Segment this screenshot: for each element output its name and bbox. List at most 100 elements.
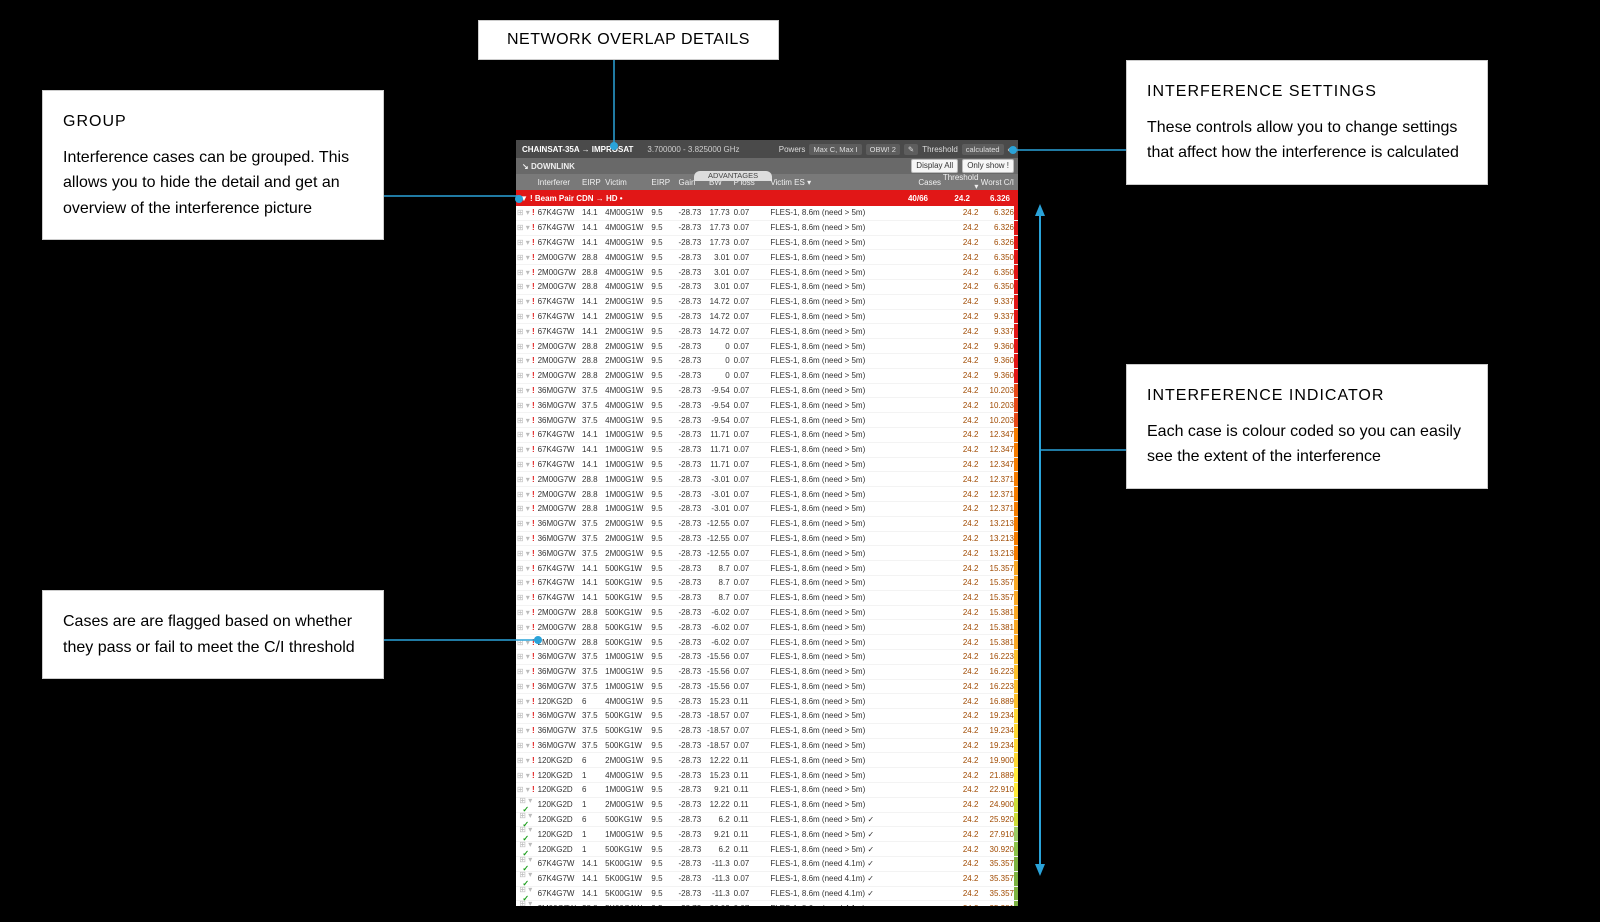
row-controls[interactable]: ⊞ ▾ ! bbox=[516, 297, 536, 306]
row-controls[interactable]: ⊞ ▾ ! bbox=[516, 519, 536, 528]
table-row[interactable]: ⊞ ▾ !67K4G7W14.11M00G1W9.5-28.7311.710.0… bbox=[516, 443, 1018, 458]
table-row[interactable]: ⊞ ▾ !2M00G7W28.82M00G1W9.5-28.7300.07FLE… bbox=[516, 354, 1018, 369]
col-threshold[interactable]: Threshold ▾ bbox=[941, 173, 978, 191]
row-controls[interactable]: ⊞ ▾ ! bbox=[516, 253, 536, 262]
table-row[interactable]: ⊞ ▾ ✓120KG2D12M00G1W9.5-28.7312.220.11FL… bbox=[516, 798, 1018, 813]
row-controls[interactable]: ⊞ ▾ ! bbox=[516, 578, 536, 587]
row-controls[interactable]: ⊞ ▾ ! bbox=[516, 504, 536, 513]
collapse-button[interactable]: « bbox=[1008, 145, 1012, 154]
col-cases[interactable]: Cases bbox=[904, 178, 941, 187]
table-row[interactable]: ⊞ ▾ !2M00G7W28.82M00G1W9.5-28.7300.07FLE… bbox=[516, 369, 1018, 384]
row-controls[interactable]: ⊞ ▾ ! bbox=[516, 386, 536, 395]
edit-button[interactable]: ✎ bbox=[904, 144, 918, 155]
row-controls[interactable]: ⊞ ▾ ! bbox=[516, 623, 536, 632]
row-controls[interactable]: ⊞ ▾ ! bbox=[516, 564, 536, 573]
row-controls[interactable]: ⊞ ▾ ! bbox=[516, 756, 536, 765]
table-row[interactable]: ⊞ ▾ ✓67K4G7W14.15K00G1W9.5-28.73-11.30.0… bbox=[516, 857, 1018, 872]
table-row[interactable]: ⊞ ▾ !67K4G7W14.1500KG1W9.5-28.738.70.07F… bbox=[516, 591, 1018, 606]
row-controls[interactable]: ⊞ ▾ ! bbox=[516, 430, 536, 439]
col-worst-ci[interactable]: Worst C/I bbox=[978, 178, 1018, 187]
table-row[interactable]: ⊞ ▾ !36M0G7W37.54M00G1W9.5-28.73-9.540.0… bbox=[516, 413, 1018, 428]
table-row[interactable]: ⊞ ▾ !120KG2D64M00G1W9.5-28.7315.230.11FL… bbox=[516, 694, 1018, 709]
table-row[interactable]: ⊞ ▾ !67K4G7W14.11M00G1W9.5-28.7311.710.0… bbox=[516, 428, 1018, 443]
row-controls[interactable]: ⊞ ▾ ! bbox=[516, 342, 536, 351]
table-row[interactable]: ⊞ ▾ !36M0G7W37.5500KG1W9.5-28.73-18.570.… bbox=[516, 724, 1018, 739]
table-row[interactable]: ⊞ ▾ !67K4G7W14.12M00G1W9.5-28.7314.720.0… bbox=[516, 295, 1018, 310]
row-controls[interactable]: ⊞ ▾ ! bbox=[516, 638, 536, 647]
table-row[interactable]: ⊞ ▾ !67K4G7W14.1500KG1W9.5-28.738.70.07F… bbox=[516, 561, 1018, 576]
row-controls[interactable]: ⊞ ▾ ! bbox=[516, 711, 536, 720]
row-controls[interactable]: ⊞ ▾ ! bbox=[516, 490, 536, 499]
table-row[interactable]: ⊞ ▾ ✓67K4G7W14.15K00G1W9.5-28.73-11.30.0… bbox=[516, 887, 1018, 902]
row-controls[interactable]: ⊞ ▾ ! bbox=[516, 460, 536, 469]
row-controls[interactable]: ⊞ ▾ ! bbox=[516, 356, 536, 365]
row-controls[interactable]: ⊞ ▾ ! bbox=[516, 697, 536, 706]
row-controls[interactable]: ⊞ ▾ ! bbox=[516, 208, 536, 217]
row-controls[interactable]: ⊞ ▾ ! bbox=[516, 534, 536, 543]
table-row[interactable]: ⊞ ▾ !36M0G7W37.5500KG1W9.5-28.73-18.570.… bbox=[516, 739, 1018, 754]
col-victim-es[interactable]: Victim ES ▾ bbox=[760, 178, 903, 187]
display-all-button[interactable]: Display All bbox=[911, 159, 958, 173]
table-row[interactable]: ⊞ ▾ ✓120KG2D6500KG1W9.5-28.736.20.11FLES… bbox=[516, 813, 1018, 828]
table-row[interactable]: ⊞ ▾ !120KG2D14M00G1W9.5-28.7315.230.11FL… bbox=[516, 768, 1018, 783]
col-eirp1[interactable]: EIRP bbox=[582, 178, 605, 187]
row-controls[interactable]: ⊞ ▾ ! bbox=[516, 549, 536, 558]
threshold-value[interactable]: calculated bbox=[962, 144, 1004, 155]
table-row[interactable]: ⊞ ▾ !67K4G7W14.11M00G1W9.5-28.7311.710.0… bbox=[516, 458, 1018, 473]
table-row[interactable]: ⊞ ▾ ✓120KG2D1500KG1W9.5-28.736.20.11FLES… bbox=[516, 842, 1018, 857]
row-controls[interactable]: ⊞ ▾ ! bbox=[516, 416, 536, 425]
table-row[interactable]: ⊞ ▾ !2M00G7W28.81M00G1W9.5-28.73-3.010.0… bbox=[516, 472, 1018, 487]
row-controls[interactable]: ⊞ ▾ ! bbox=[516, 741, 536, 750]
col-victim[interactable]: Victim bbox=[605, 178, 651, 187]
row-controls[interactable]: ⊞ ▾ ! bbox=[516, 327, 536, 336]
row-controls[interactable]: ⊞ ▾ ! bbox=[516, 593, 536, 602]
row-controls[interactable]: ⊞ ▾ ! bbox=[516, 445, 536, 454]
table-row[interactable]: ⊞ ▾ !67K4G7W14.1500KG1W9.5-28.738.70.07F… bbox=[516, 576, 1018, 591]
table-row[interactable]: ⊞ ▾ !36M0G7W37.52M00G1W9.5-28.73-12.550.… bbox=[516, 546, 1018, 561]
row-controls[interactable]: ⊞ ▾ ! bbox=[516, 682, 536, 691]
table-row[interactable]: ⊞ ▾ !67K4G7W14.12M00G1W9.5-28.7314.720.0… bbox=[516, 324, 1018, 339]
col-interferer[interactable]: Interferer bbox=[536, 178, 582, 187]
table-row[interactable]: ⊞ ▾ !2M00G7W28.8500KG1W9.5-28.73-6.020.0… bbox=[516, 635, 1018, 650]
table-row[interactable]: ⊞ ▾ !2M00G7W28.81M00G1W9.5-28.73-3.010.0… bbox=[516, 487, 1018, 502]
table-row[interactable]: ⊞ ▾ !67K4G7W14.14M00G1W9.5-28.7317.730.0… bbox=[516, 221, 1018, 236]
obw-button[interactable]: OBW! 2 bbox=[866, 144, 900, 155]
table-row[interactable]: ⊞ ▾ ✓2M00G7W28.85K00G1W9.5-28.73-26.020.… bbox=[516, 901, 1018, 906]
table-row[interactable]: ⊞ ▾ !36M0G7W37.51M00G1W9.5-28.73-15.560.… bbox=[516, 665, 1018, 680]
table-row[interactable]: ⊞ ▾ !2M00G7W28.82M00G1W9.5-28.7300.07FLE… bbox=[516, 339, 1018, 354]
row-controls[interactable]: ⊞ ▾ ! bbox=[516, 726, 536, 735]
row-controls[interactable]: ⊞ ▾ ! bbox=[516, 475, 536, 484]
table-row[interactable]: ⊞ ▾ !2M00G7W28.8500KG1W9.5-28.73-6.020.0… bbox=[516, 620, 1018, 635]
table-row[interactable]: ⊞ ▾ !67K4G7W14.14M00G1W9.5-28.7317.730.0… bbox=[516, 236, 1018, 251]
table-row[interactable]: ⊞ ▾ !36M0G7W37.51M00G1W9.5-28.73-15.560.… bbox=[516, 650, 1018, 665]
row-controls[interactable]: ⊞ ▾ ! bbox=[516, 785, 536, 794]
table-row[interactable]: ⊞ ▾ !36M0G7W37.54M00G1W9.5-28.73-9.540.0… bbox=[516, 398, 1018, 413]
row-controls[interactable]: ⊞ ▾ ! bbox=[516, 312, 536, 321]
table-row[interactable]: ⊞ ▾ !36M0G7W37.5500KG1W9.5-28.73-18.570.… bbox=[516, 709, 1018, 724]
row-controls[interactable]: ⊞ ▾ ! bbox=[516, 282, 536, 291]
table-row[interactable]: ⊞ ▾ !36M0G7W37.54M00G1W9.5-28.73-9.540.0… bbox=[516, 384, 1018, 399]
table-row[interactable]: ⊞ ▾ !36M0G7W37.52M00G1W9.5-28.73-12.550.… bbox=[516, 532, 1018, 547]
table-row[interactable]: ⊞ ▾ !67K4G7W14.14M00G1W9.5-28.7317.730.0… bbox=[516, 206, 1018, 221]
row-controls[interactable]: ⊞ ▾ ! bbox=[516, 667, 536, 676]
table-row[interactable]: ⊞ ▾ !2M00G7W28.84M00G1W9.5-28.733.010.07… bbox=[516, 250, 1018, 265]
table-row[interactable]: ⊞ ▾ ✓67K4G7W14.15K00G1W9.5-28.73-11.30.0… bbox=[516, 872, 1018, 887]
table-row[interactable]: ⊞ ▾ !120KG2D62M00G1W9.5-28.7312.220.11FL… bbox=[516, 753, 1018, 768]
only-show-fail-button[interactable]: Only show ! bbox=[962, 159, 1014, 173]
table-row[interactable]: ⊞ ▾ ✓120KG2D11M00G1W9.5-28.739.210.11FLE… bbox=[516, 827, 1018, 842]
table-row[interactable]: ⊞ ▾ !2M00G7W28.84M00G1W9.5-28.733.010.07… bbox=[516, 265, 1018, 280]
group-row[interactable]: ▼ ! Beam Pair CDN → HD • 40/66 24.2 6.32… bbox=[516, 190, 1018, 206]
table-row[interactable]: ⊞ ▾ !36M0G7W37.52M00G1W9.5-28.73-12.550.… bbox=[516, 517, 1018, 532]
row-controls[interactable]: ⊞ ▾ ! bbox=[516, 401, 536, 410]
table-row[interactable]: ⊞ ▾ !67K4G7W14.12M00G1W9.5-28.7314.720.0… bbox=[516, 310, 1018, 325]
table-row[interactable]: ⊞ ▾ !120KG2D61M00G1W9.5-28.739.210.11FLE… bbox=[516, 783, 1018, 798]
col-eirp2[interactable]: EIRP bbox=[651, 178, 672, 187]
row-controls[interactable]: ⊞ ▾ ! bbox=[516, 371, 536, 380]
row-controls[interactable]: ⊞ ▾ ! bbox=[516, 608, 536, 617]
table-row[interactable]: ⊞ ▾ !2M00G7W28.84M00G1W9.5-28.733.010.07… bbox=[516, 280, 1018, 295]
powers-button[interactable]: Max C, Max I bbox=[809, 144, 861, 155]
row-controls[interactable]: ⊞ ▾ ✓ bbox=[516, 899, 536, 906]
table-row[interactable]: ⊞ ▾ !2M00G7W28.81M00G1W9.5-28.73-3.010.0… bbox=[516, 502, 1018, 517]
row-controls[interactable]: ⊞ ▾ ! bbox=[516, 268, 536, 277]
row-controls[interactable]: ⊞ ▾ ! bbox=[516, 223, 536, 232]
